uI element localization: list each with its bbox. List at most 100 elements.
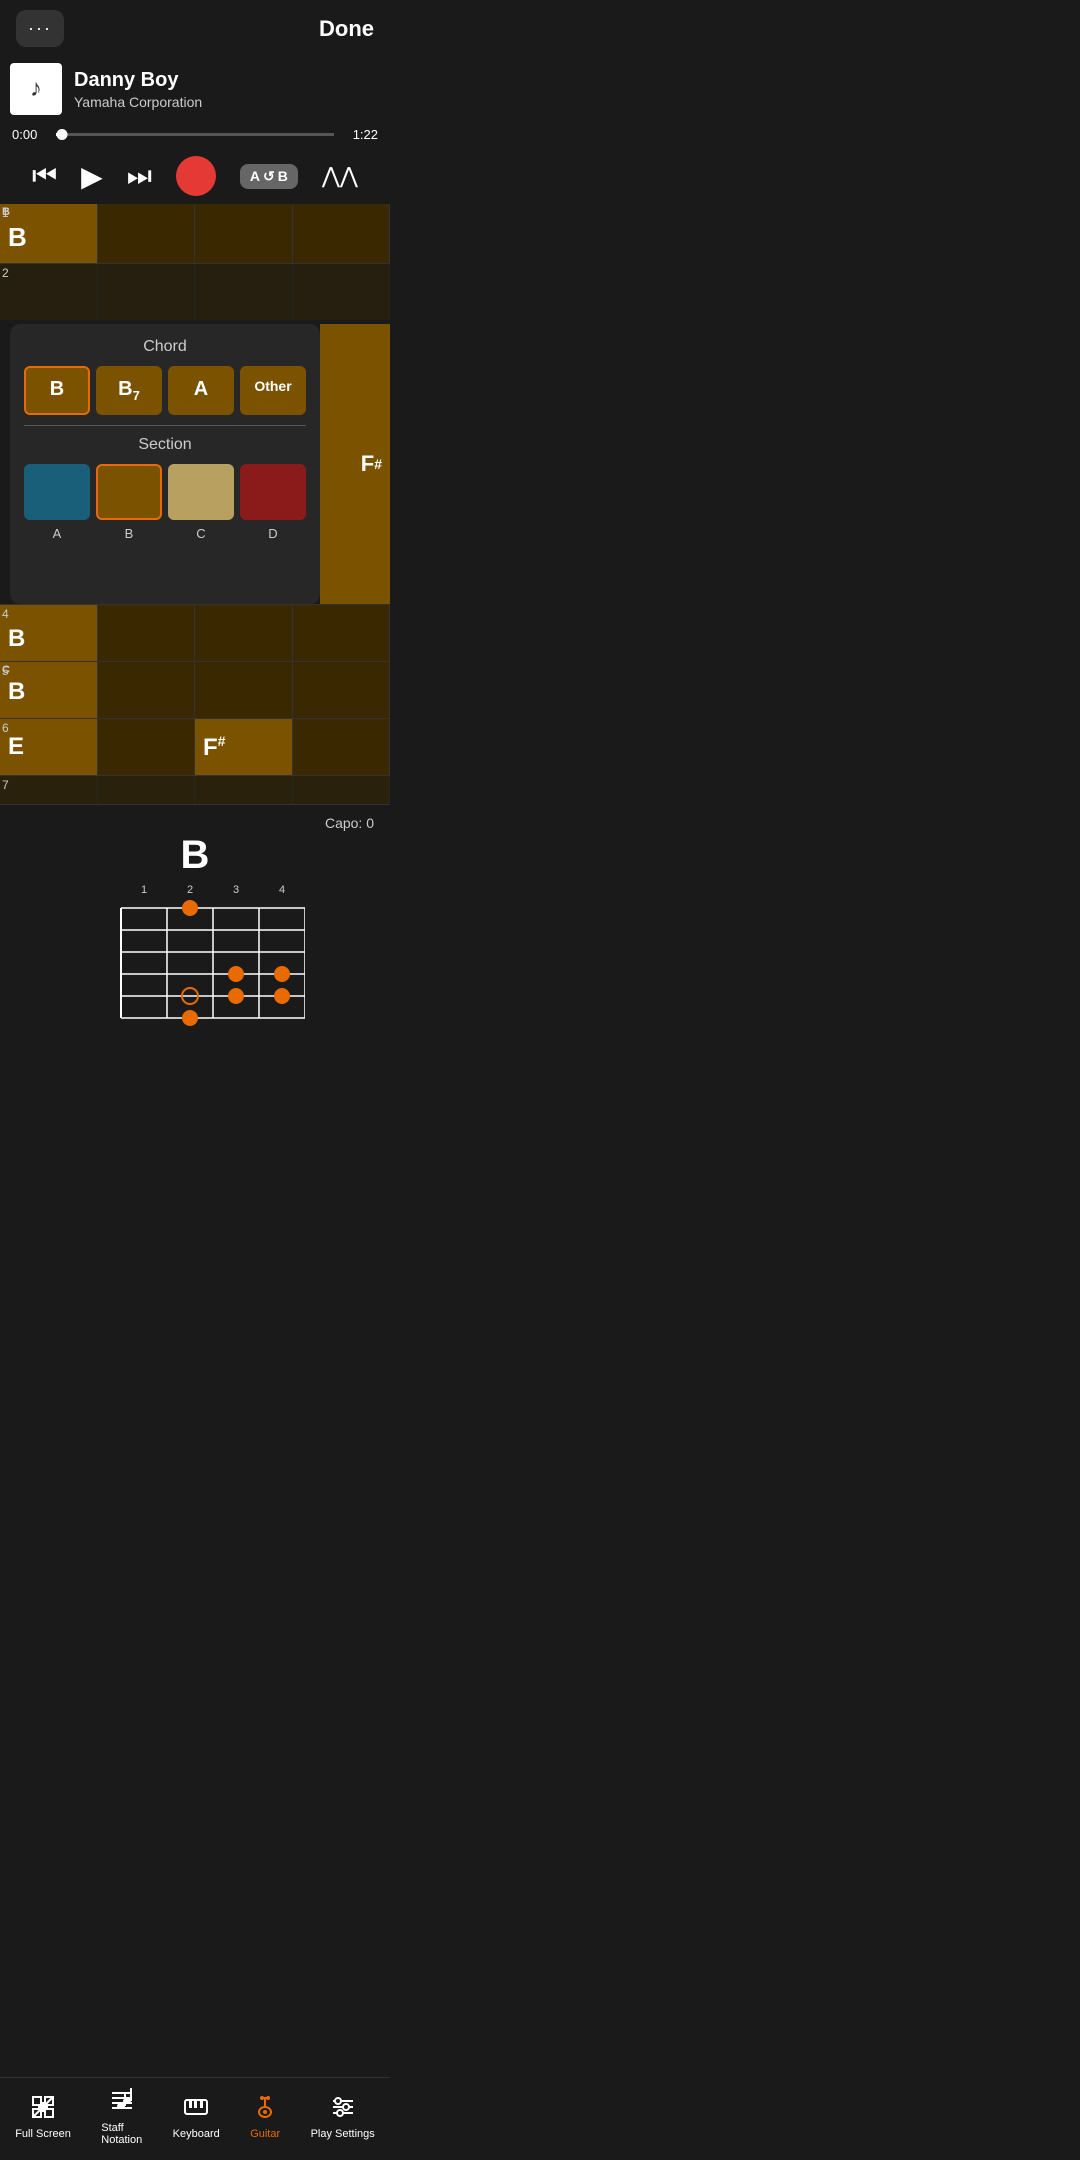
time-current: 0:00	[12, 127, 48, 142]
chord-option-A[interactable]: A	[168, 366, 234, 415]
chord-cell[interactable]	[98, 204, 196, 263]
measure-row-1: 1 B B	[0, 204, 390, 264]
chord-popup-title: Chord	[24, 338, 306, 356]
header: ··· Done	[0, 0, 390, 57]
fsharp-cell[interactable]: F#	[320, 324, 390, 604]
nav-guitar[interactable]: Guitar	[250, 2094, 280, 2140]
measure-row-2-popup: 2 Chord B B7 A Other Section	[0, 264, 390, 605]
nav-play-settings-label: Play Settings	[311, 2128, 375, 2140]
measure-row-5: 5 C B	[0, 662, 390, 719]
chord-buttons: B B7 A Other	[24, 366, 306, 415]
up-arrows-button[interactable]: ⋀⋀	[322, 163, 358, 189]
measure-cells-2: 2	[0, 264, 390, 320]
fast-forward-button[interactable]: ⏭	[127, 160, 152, 193]
section-buttons	[24, 464, 306, 520]
section-btn-B[interactable]	[96, 464, 162, 520]
chord-option-Other[interactable]: Other	[240, 366, 306, 415]
chord-cell[interactable]	[195, 605, 293, 661]
chord-diagram-name: B	[181, 833, 210, 878]
chord-cell[interactable]	[195, 204, 293, 263]
progress-bar[interactable]	[56, 133, 334, 136]
song-details: Danny Boy Yamaha Corporation	[74, 69, 202, 110]
nav-fullscreen-label: Full Screen	[15, 2128, 71, 2140]
chord-diagram-area: Capo: 0 B 1 2 3 4	[0, 805, 390, 1038]
section-labels: A B C D	[24, 526, 306, 541]
play-settings-icon	[330, 2094, 356, 2124]
fret-numbers: 1 2 3 4	[85, 884, 305, 896]
chord-cell[interactable]	[293, 719, 391, 775]
chord-cell[interactable]: C B	[0, 662, 98, 718]
chord-cell[interactable]	[98, 719, 196, 775]
rewind-button[interactable]: ⏮	[32, 160, 57, 193]
record-button[interactable]	[176, 156, 216, 196]
chord-cell[interactable]: E	[0, 719, 98, 775]
nav-play-settings[interactable]: Play Settings	[311, 2094, 375, 2140]
keyboard-icon	[183, 2094, 209, 2124]
chord-option-B7[interactable]: B7	[96, 366, 162, 415]
chord-cell[interactable]: B	[0, 605, 98, 661]
chord-cell[interactable]	[98, 264, 196, 320]
fullscreen-icon	[30, 2094, 56, 2124]
measure-num-1: 1	[2, 206, 9, 220]
chord-section-popup: Chord B B7 A Other Section A	[10, 324, 320, 604]
guitar-icon	[252, 2094, 278, 2124]
section-label-C: C	[168, 526, 234, 541]
chord-cell[interactable]	[195, 264, 293, 320]
chord-cell[interactable]	[195, 776, 293, 804]
menu-button[interactable]: ···	[16, 10, 64, 47]
measure-num-2: 2	[2, 266, 9, 280]
guitar-diagram	[85, 898, 305, 1028]
measure-row-6: 6 E F#	[0, 719, 390, 776]
measure-row-4: 4 B	[0, 605, 390, 662]
controls: ⏮ ▶ ⏭ A ↻ B ⋀⋀	[0, 148, 390, 204]
section-label-A: A	[24, 526, 90, 541]
song-artist: Yamaha Corporation	[74, 94, 202, 110]
measure-num-4: 4	[2, 607, 9, 621]
ab-button[interactable]: A ↻ B	[240, 164, 298, 189]
chord-cell[interactable]	[0, 776, 98, 804]
nav-guitar-label: Guitar	[250, 2128, 280, 2140]
popup-divider	[24, 425, 306, 426]
nav-keyboard-label: Keyboard	[173, 2128, 220, 2140]
section-popup-title: Section	[24, 436, 306, 454]
capo-info: Capo: 0	[325, 815, 374, 831]
progress-thumb	[56, 129, 67, 140]
album-art: ♪	[10, 63, 62, 115]
staff-notation-icon	[109, 2088, 135, 2118]
done-button[interactable]: Done	[319, 16, 374, 42]
section-btn-C[interactable]	[168, 464, 234, 520]
measure-num-5: 5	[2, 664, 9, 678]
measures-container: 1 B B 2 Chord B B7	[0, 204, 390, 805]
measure-num-7: 7	[2, 778, 9, 792]
time-total: 1:22	[342, 127, 378, 142]
chord-cell[interactable]	[195, 662, 293, 718]
section-btn-D[interactable]	[240, 464, 306, 520]
chord-cell[interactable]	[293, 662, 391, 718]
bottom-nav: Full Screen StaffNotation	[0, 2077, 390, 2160]
chord-cell[interactable]	[98, 605, 196, 661]
chord-cell[interactable]	[293, 264, 391, 320]
chord-cell[interactable]: F#	[195, 719, 293, 775]
chord-cell[interactable]	[0, 264, 98, 320]
nav-staff-label: StaffNotation	[101, 2122, 142, 2146]
chord-option-B[interactable]: B	[24, 366, 90, 415]
chord-cell[interactable]	[293, 605, 391, 661]
measure-num-6: 6	[2, 721, 9, 735]
measure-row-7: 7	[0, 776, 390, 805]
section-label-B: B	[96, 526, 162, 541]
progress-section: 0:00 1:22	[0, 121, 390, 148]
nav-keyboard[interactable]: Keyboard	[173, 2094, 220, 2140]
chord-cell[interactable]	[98, 776, 196, 804]
play-button[interactable]: ▶	[81, 160, 103, 193]
chord-cell[interactable]: B B	[0, 204, 98, 263]
song-title: Danny Boy	[74, 69, 202, 92]
popup-container: Chord B B7 A Other Section A	[0, 324, 390, 604]
chord-cell[interactable]	[293, 776, 391, 804]
chord-cell[interactable]	[98, 662, 196, 718]
section-label-D: D	[240, 526, 306, 541]
section-btn-A[interactable]	[24, 464, 90, 520]
song-info: ♪ Danny Boy Yamaha Corporation	[0, 57, 390, 121]
chord-cell[interactable]	[293, 204, 391, 263]
nav-fullscreen[interactable]: Full Screen	[15, 2094, 71, 2140]
nav-staff[interactable]: StaffNotation	[101, 2088, 142, 2146]
